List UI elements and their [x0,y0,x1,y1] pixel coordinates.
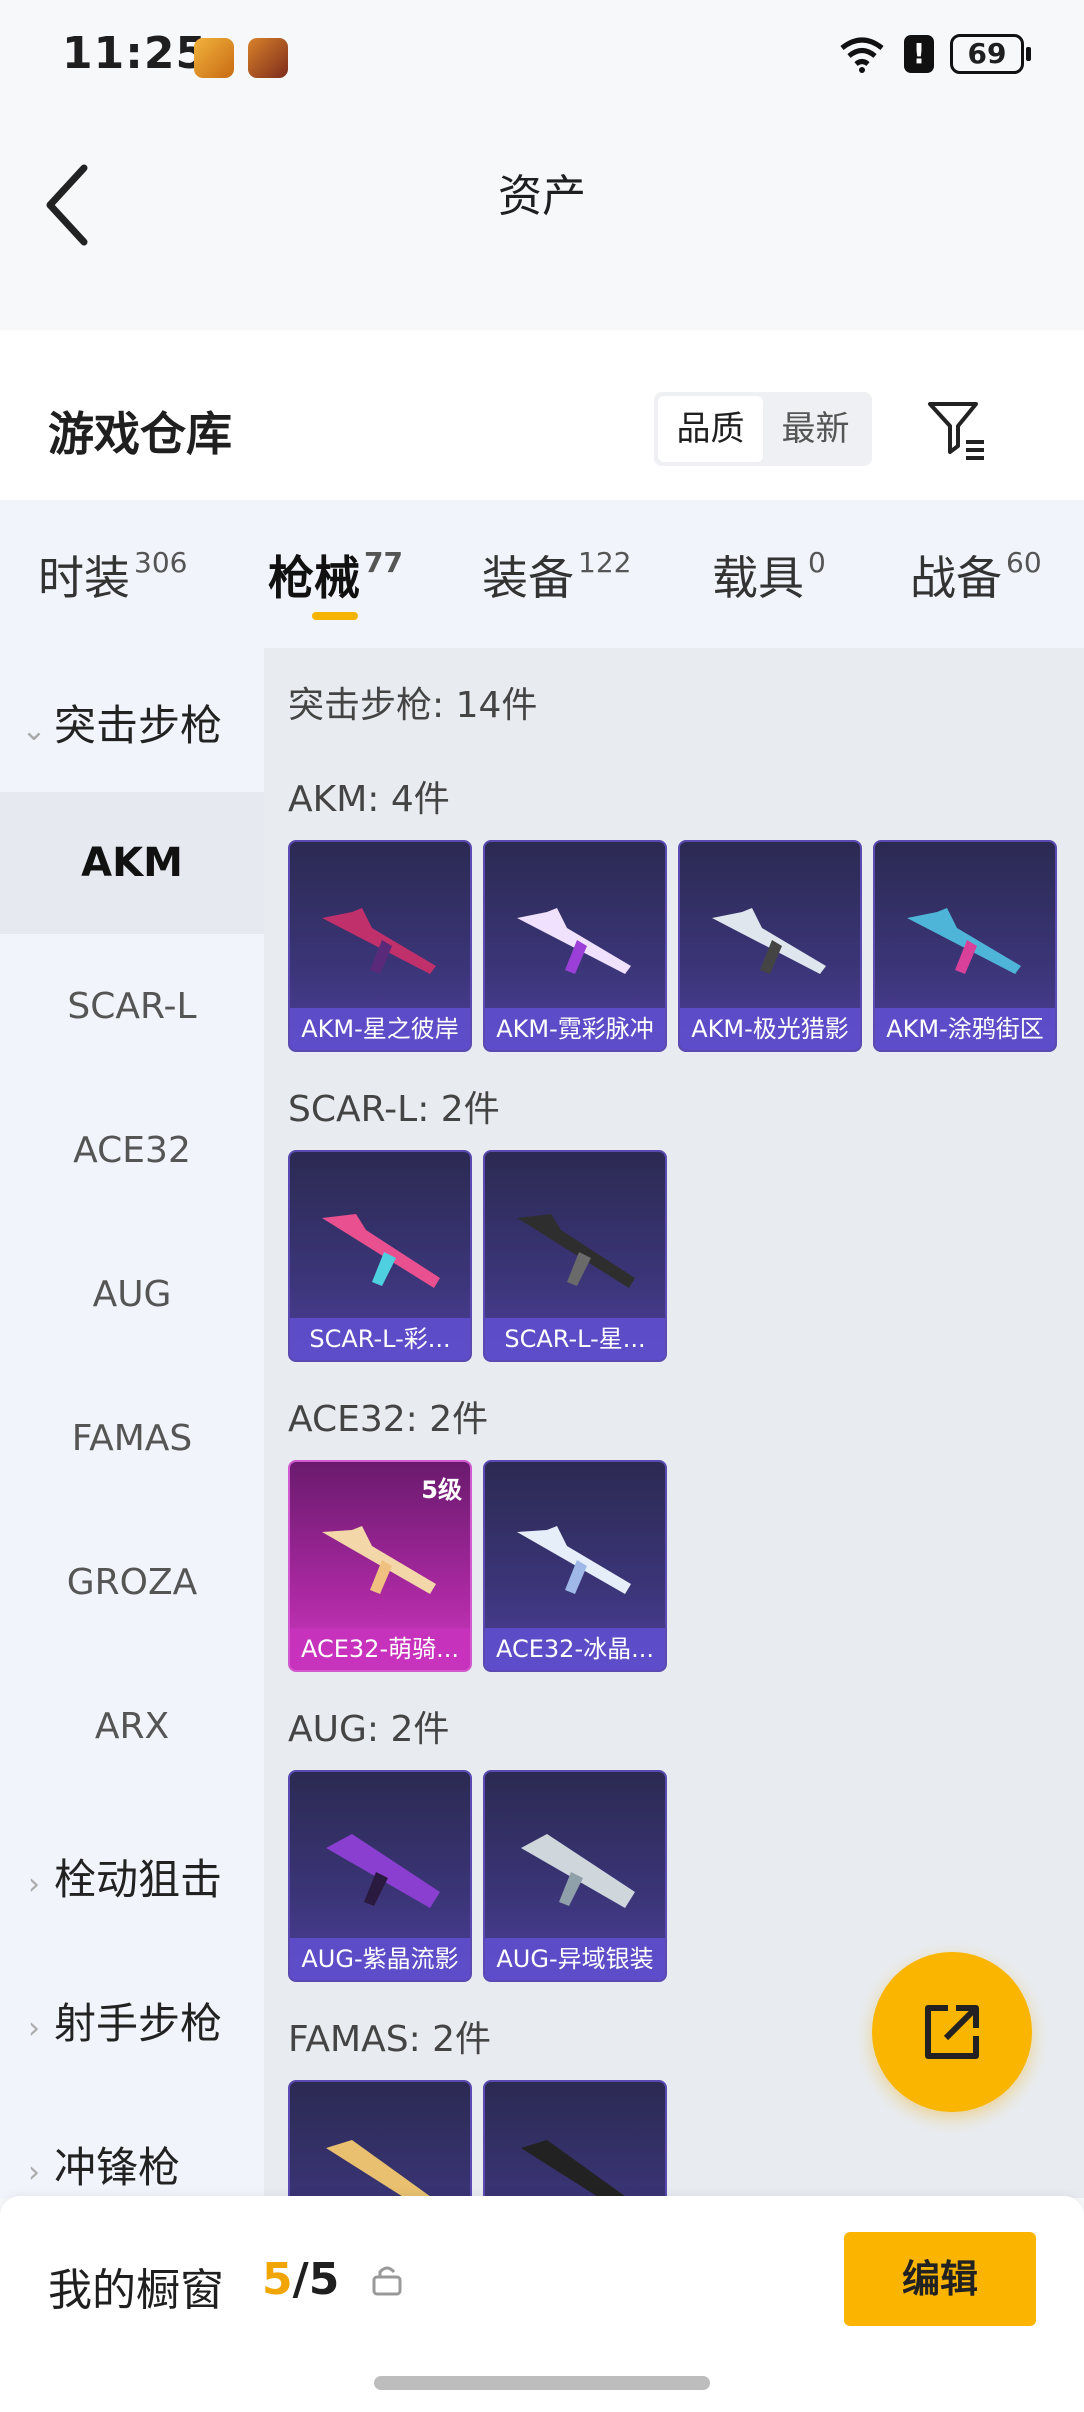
alert-icon: ! [904,35,934,73]
sidebar-sub-ace32[interactable]: ACE32 [0,1080,264,1222]
tab-label: 装备 [482,551,574,605]
sidebar-sub-arx[interactable]: ARX [0,1656,264,1798]
sort-toggle: 品质 最新 [654,392,872,466]
tab-equipment[interactable]: 装备 122 [482,542,631,608]
group-title-aug: AUG: 2件 [288,1709,450,1750]
sidebar-item-assault-rifles[interactable]: ⌄ 突击步枪 [0,692,264,753]
showcase-total: /5 [292,2254,340,2305]
group-title-ace32: ACE32: 2件 [288,1399,489,1440]
external-link-icon [925,2005,979,2059]
group-title-famas: FAMAS: 2件 [288,2019,492,2060]
status-bar: 11:25 ! 69 [0,0,1084,110]
item-name: SCAR-L-彩... [290,1318,470,1360]
active-tab-indicator [312,612,358,620]
sidebar-sub-famas[interactable]: FAMAS [0,1368,264,1510]
item-name: AKM-星之彼岸 [290,1008,470,1050]
wifi-icon [840,37,884,73]
sidebar-item-bolt-action[interactable]: › 栓动狙击 [0,1846,264,1907]
rifle-icon [521,1834,635,1908]
group-title-scar-l: SCAR-L: 2件 [288,1089,500,1130]
rifle-icon [907,908,1021,974]
sidebar-sub-aug[interactable]: AUG [0,1224,264,1366]
app-notification-icon [194,38,234,78]
warehouse-title: 游戏仓库 [48,407,232,461]
item-name: AKM-极光猎影 [680,1008,860,1050]
showcase-label: 我的橱窗 [48,2265,224,2316]
group-title-akm: AKM: 4件 [288,779,450,820]
rifle-icon [712,908,826,974]
item-card[interactable]: AKM-涂鸦街区 [873,840,1057,1052]
sidebar-item-label: 突击步枪 [54,701,223,750]
tab-label: 枪械 [268,551,360,605]
rifle-icon [322,1214,440,1288]
item-card[interactable]: AUG-紫晶流影 [288,1770,472,1982]
tab-guns[interactable]: 枪械 77 [268,542,403,608]
status-time: 11:25 [62,28,208,79]
battery-icon: 69 [950,34,1031,74]
sidebar-item-smg[interactable]: › 冲锋枪 [0,2134,264,2195]
sidebar-sub-akm[interactable]: AKM [0,792,264,934]
item-card[interactable]: 5级 ACE32-萌骑... [288,1460,472,1672]
tab-supplies[interactable]: 战备 60 [910,542,1042,608]
item-name: ACE32-萌骑... [290,1628,470,1670]
chevron-down-icon: ⌄ [21,713,47,748]
sidebar-item-label: 射手步枪 [54,1999,223,2048]
chevron-right-icon: › [28,1867,40,1902]
showcase-current: 5 [262,2254,293,2305]
item-card[interactable]: SCAR-L-彩... [288,1150,472,1362]
item-name: AKM-霓彩脉冲 [485,1008,665,1050]
chevron-right-icon: › [28,2011,40,2046]
item-card[interactable]: AKM-极光猎影 [678,840,862,1052]
sidebar-sub-scar-l[interactable]: SCAR-L [0,936,264,1078]
item-name: SCAR-L-星... [485,1318,665,1360]
tab-label: 载具 [712,551,804,605]
tab-count: 77 [364,546,403,579]
filter-icon[interactable] [926,398,988,460]
tab-count: 0 [808,546,826,579]
item-name: AUG-紫晶流影 [290,1938,470,1980]
rifle-icon [322,908,436,974]
item-card[interactable]: ACE32-冰晶... [483,1460,667,1672]
item-name: ACE32-冰晶... [485,1628,665,1670]
tab-fashion[interactable]: 时装 306 [38,542,187,608]
tab-count: 122 [578,546,632,579]
share-button[interactable] [872,1952,1032,2112]
rifle-icon [517,1214,635,1288]
sidebar-sub-groza[interactable]: GROZA [0,1512,264,1654]
lock-icon [372,2266,402,2296]
edit-button[interactable]: 编辑 [844,2232,1036,2326]
sort-latest-button[interactable]: 最新 [763,396,868,462]
game-notification-icon [248,38,288,78]
rifle-icon [326,1834,440,1908]
home-indicator [374,2376,710,2390]
item-card[interactable]: AKM-霓彩脉冲 [483,840,667,1052]
sidebar-item-label: 栓动狙击 [54,1855,223,1904]
item-name: AUG-异域银装 [485,1938,665,1980]
item-name: AKM-涂鸦街区 [875,1008,1055,1050]
page-title: 资产 [498,171,586,222]
showcase-count: 5/5 [262,2254,339,2305]
rifle-icon [322,1526,436,1594]
item-card[interactable]: AKM-星之彼岸 [288,840,472,1052]
tab-label: 时装 [38,551,130,605]
sidebar-item-marksman[interactable]: › 射手步枪 [0,1990,264,2051]
rifle-icon [517,908,631,974]
rifle-icon [517,1526,631,1594]
tab-count: 60 [1006,546,1042,579]
sidebar-item-label: 冲锋枪 [54,2143,181,2192]
tab-vehicles[interactable]: 载具 0 [712,542,826,608]
category-summary: 突击步枪: 14件 [288,685,538,726]
sort-quality-button[interactable]: 品质 [658,396,763,462]
tab-count: 306 [134,546,188,579]
chevron-right-icon: › [28,2155,40,2190]
item-card[interactable]: SCAR-L-星... [483,1150,667,1362]
tab-label: 战备 [910,551,1002,605]
item-card[interactable]: AUG-异域银装 [483,1770,667,1982]
